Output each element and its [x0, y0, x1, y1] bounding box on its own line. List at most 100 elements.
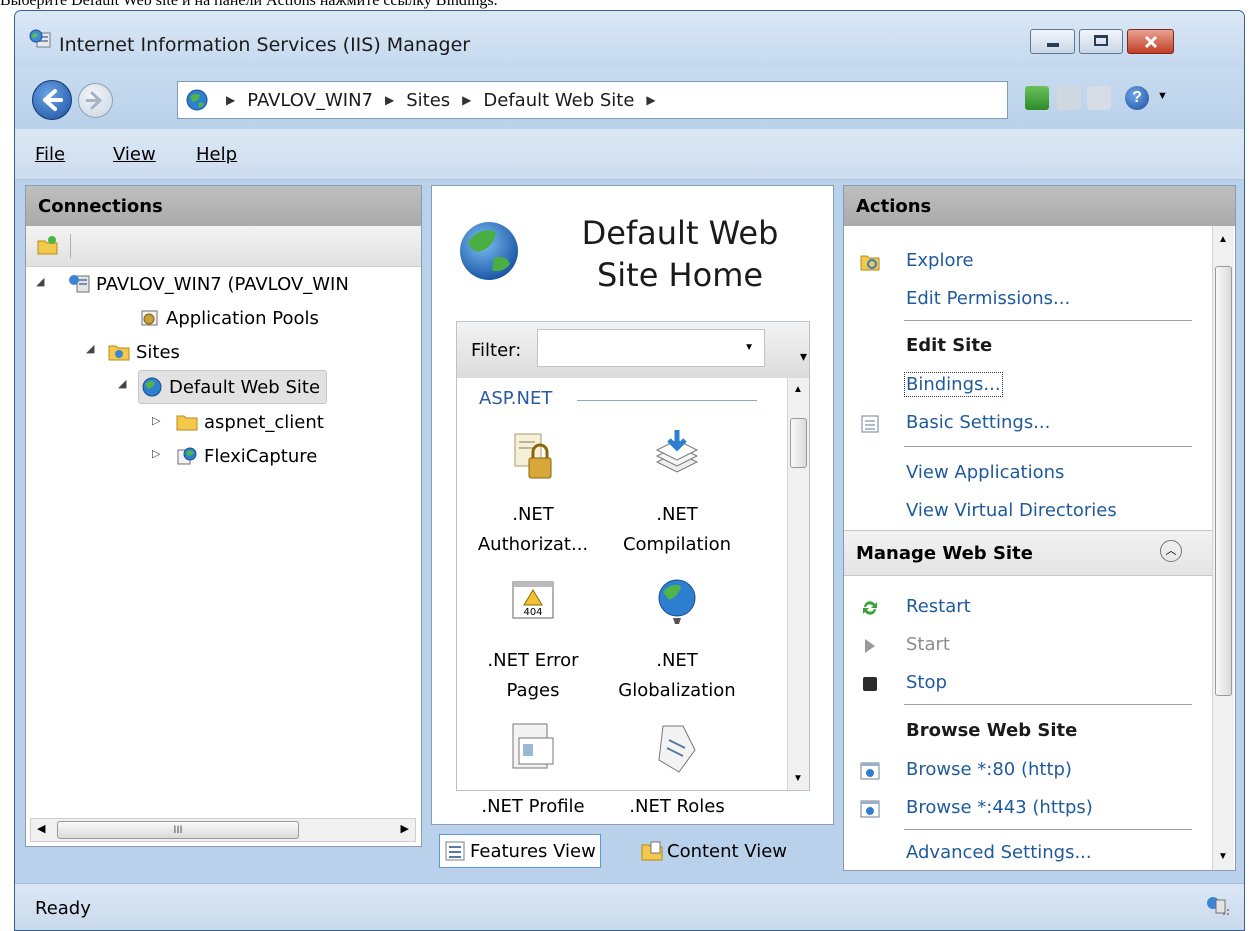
feature-label: .NET Roles [629, 796, 725, 817]
address-bar[interactable]: ▶ PAVLOV_WIN7 ▶ Sites ▶ Default Web Site… [177, 81, 1008, 119]
action-stop[interactable]: Stop [906, 672, 947, 693]
collapse-arrow-icon[interactable]: ◢ [118, 377, 126, 390]
features-panel: Default Web Site Home Filter: ▼ ▾ ASP.NE… [431, 185, 834, 825]
tree-node-sites[interactable]: Sites [108, 338, 180, 366]
scroll-left-icon[interactable]: ◀ [37, 822, 45, 835]
tree-node-aspnet-client[interactable]: aspnet_client [176, 408, 324, 436]
connections-horizontal-scrollbar[interactable]: ◀ III ▶ [30, 818, 416, 842]
menu-file[interactable]: File [35, 144, 65, 165]
feature-net-authorization[interactable]: .NET Authorizat... [463, 428, 603, 560]
actions-panel: Actions Explore Edit Permissions... Edit… [843, 185, 1236, 871]
breadcrumb-arrow-icon[interactable]: ▶ [646, 93, 655, 107]
menu-view[interactable]: View [113, 144, 156, 165]
action-browse-https[interactable]: Browse *:443 (https) [906, 797, 1093, 818]
scroll-down-icon[interactable]: ▼ [1218, 851, 1228, 862]
tree-node-application-pools[interactable]: Application Pools [138, 304, 319, 332]
view-switcher: Features View Content View [431, 826, 834, 870]
actions-divider [904, 446, 1192, 447]
features-view-tab[interactable]: Features View [439, 834, 601, 868]
scroll-up-icon[interactable]: ▲ [1218, 234, 1228, 245]
help-icon[interactable]: ? [1125, 86, 1149, 110]
action-explore[interactable]: Explore [906, 250, 974, 271]
manage-web-site-section-header[interactable]: Manage Web Site ︿ [844, 530, 1212, 576]
navigation-bar: ▶ PAVLOV_WIN7 ▶ Sites ▶ Default Web Site… [15, 69, 1244, 129]
feature-label: .NET [656, 650, 698, 671]
scrollbar-thumb[interactable] [1215, 266, 1232, 696]
feature-label: .NET Error [487, 650, 579, 671]
breadcrumb-sites[interactable]: Sites [406, 90, 450, 111]
content-view-tab[interactable]: Content View [637, 834, 791, 868]
features-vertical-scrollbar[interactable]: ▲ ▼ [787, 378, 809, 790]
expand-arrow-icon[interactable]: ▷ [152, 414, 160, 427]
help-dropdown-icon[interactable]: ▼ [1157, 90, 1168, 102]
page-title: Default Web Site Home [550, 212, 810, 296]
refresh-icon[interactable] [1025, 86, 1049, 110]
maximize-button[interactable] [1079, 29, 1123, 54]
close-button[interactable] [1127, 29, 1174, 54]
breadcrumb-arrow-icon: ▶ [226, 93, 236, 107]
sites-folder-icon [108, 345, 130, 361]
group-header: ASP.NET [479, 388, 553, 409]
lock-icon [514, 433, 552, 479]
action-view-virtual-directories[interactable]: View Virtual Directories [906, 500, 1117, 521]
scrollbar-thumb[interactable] [790, 418, 807, 468]
action-browse-http[interactable]: Browse *:80 (http) [906, 759, 1072, 780]
tree-node-flexicapture[interactable]: FlexiCapture [176, 442, 317, 470]
forward-button[interactable] [78, 83, 113, 118]
collapse-arrow-icon[interactable]: ◢ [36, 275, 44, 288]
home-icon[interactable] [1087, 86, 1111, 110]
breadcrumb-default-web-site[interactable]: Default Web Site [483, 90, 634, 111]
action-view-applications[interactable]: View Applications [906, 462, 1064, 483]
scrollbar-grip: III [173, 824, 183, 836]
collapse-section-icon[interactable]: ︿ [1160, 540, 1182, 562]
page-title-line2: Site Home [596, 256, 764, 294]
minimize-button[interactable] [1030, 29, 1075, 54]
close-icon [1144, 35, 1158, 49]
tree-node-server[interactable]: PAVLOV_WIN7 (PAVLOV_WIN [68, 270, 349, 298]
window-title: Internet Information Services (IIS) Mana… [59, 34, 471, 56]
action-edit-permissions[interactable]: Edit Permissions... [906, 288, 1070, 309]
globe-icon [142, 377, 162, 397]
breadcrumb-arrow-icon: ▶ [462, 93, 472, 107]
scroll-right-icon[interactable]: ▶ [401, 822, 409, 835]
scroll-up-icon[interactable]: ▲ [793, 384, 803, 395]
menu-view-label: View [113, 144, 156, 165]
scroll-down-icon[interactable]: ▼ [793, 773, 803, 784]
connections-toolbar [26, 226, 421, 267]
menu-help[interactable]: Help [196, 144, 237, 165]
collapse-arrow-icon[interactable]: ◢ [86, 342, 94, 355]
actions-vertical-scrollbar[interactable]: ▲ ▼ [1212, 226, 1234, 870]
feature-label: Compilation [622, 534, 732, 555]
filter-input[interactable]: ▼ [537, 329, 765, 367]
action-bindings[interactable]: Bindings... [904, 372, 1003, 397]
action-restart[interactable]: Restart [906, 596, 971, 617]
scrollbar-thumb[interactable]: III [57, 821, 299, 839]
globe-icon [186, 89, 208, 111]
menu-bar: File View Help [15, 129, 1244, 180]
tree-label: aspnet_client [204, 411, 324, 433]
restart-icon [863, 601, 877, 615]
connect-folder-icon[interactable] [36, 234, 60, 258]
chevron-down-icon[interactable]: ▼ [744, 342, 754, 353]
connections-header: Connections [26, 186, 421, 226]
tree-node-default-web-site[interactable]: Default Web Site [138, 370, 328, 404]
feature-net-roles[interactable]: .NET Roles [607, 720, 747, 822]
toolbar-overflow-icon[interactable]: ▾ [800, 348, 807, 365]
minimize-icon [1047, 43, 1059, 47]
iis-manager-window: Internet Information Services (IIS) Mana… [14, 10, 1245, 931]
feature-net-profile[interactable]: .NET Profile [463, 720, 603, 822]
server-icon [69, 275, 90, 293]
breadcrumb-server[interactable]: PAVLOV_WIN7 [247, 90, 373, 111]
edit-site-heading: Edit Site [906, 335, 993, 356]
maximize-icon [1094, 35, 1108, 46]
feature-net-compilation[interactable]: .NET Compilation [607, 428, 747, 560]
action-start[interactable]: Start [906, 634, 950, 655]
connections-tree: ◢ PAVLOV_WIN7 (PAVLOV_WIN Application Po… [26, 270, 421, 810]
back-button[interactable] [32, 80, 72, 120]
feature-net-error-pages[interactable]: 404 .NET Error Pages [463, 574, 603, 706]
expand-arrow-icon[interactable]: ▷ [152, 447, 160, 460]
action-basic-settings[interactable]: Basic Settings... [906, 412, 1050, 433]
stop-loading-icon[interactable] [1057, 86, 1081, 110]
feature-net-globalization[interactable]: .NET Globalization [607, 574, 747, 706]
action-advanced-settings[interactable]: Advanced Settings... [906, 842, 1092, 863]
